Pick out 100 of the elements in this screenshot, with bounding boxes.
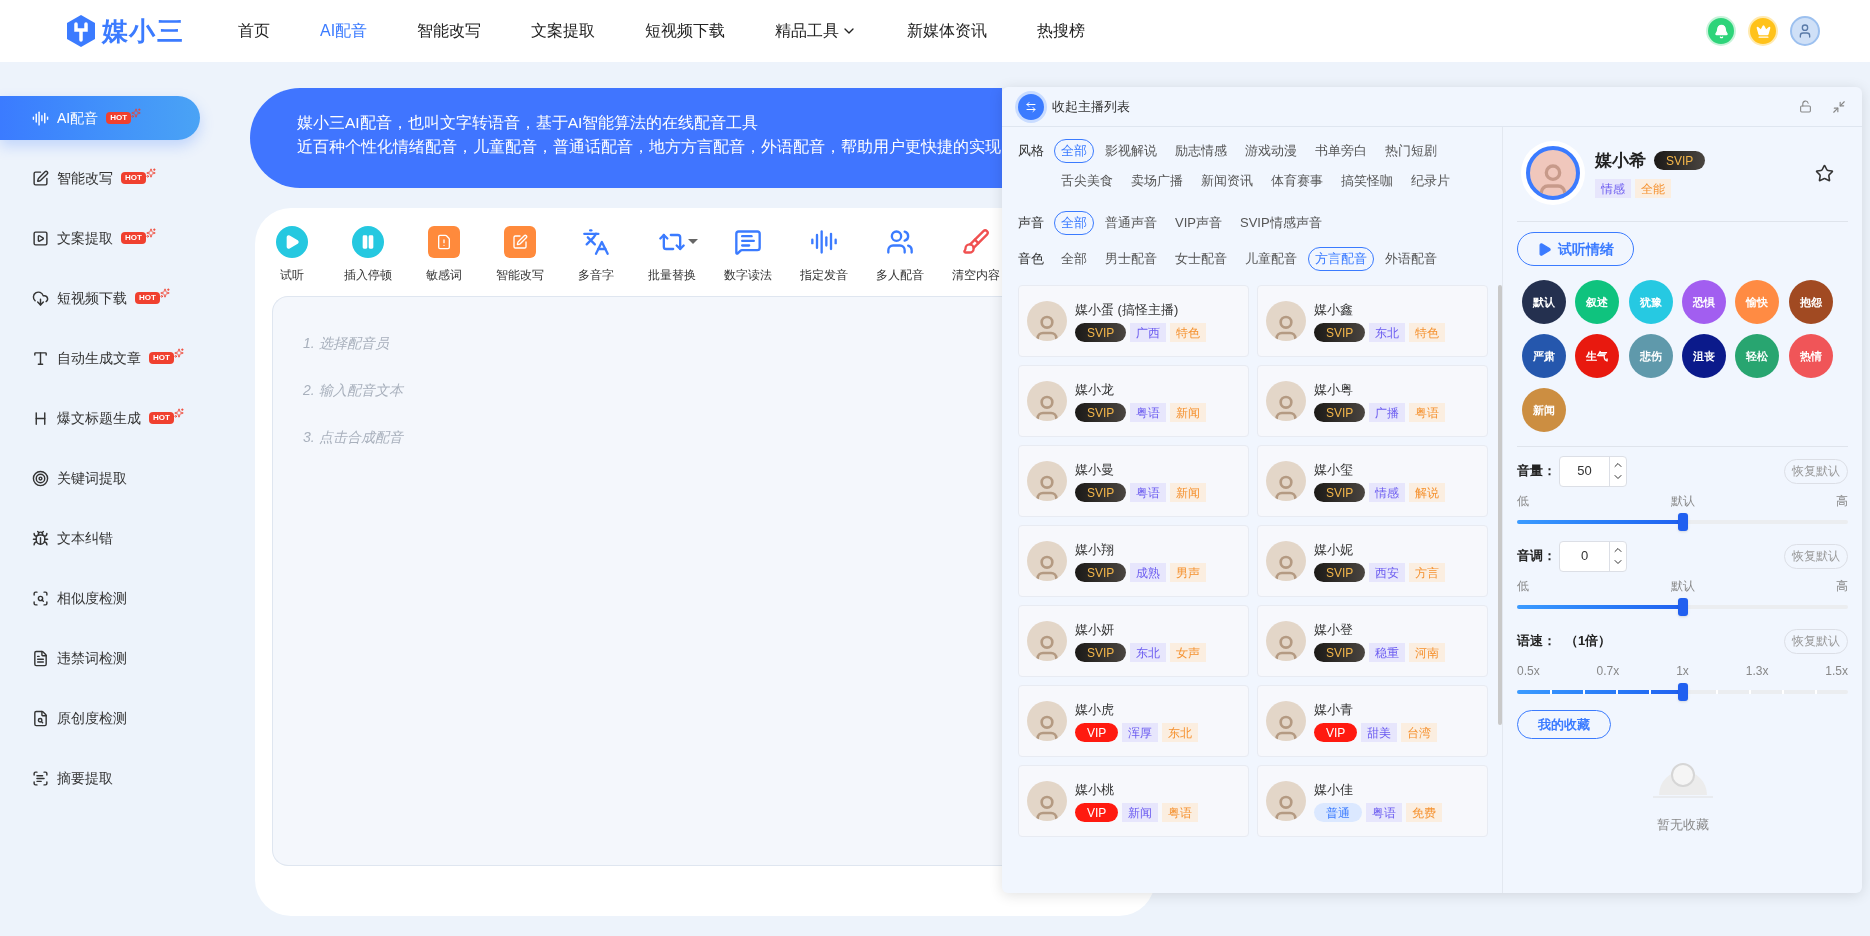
bell-icon[interactable] — [1706, 16, 1736, 46]
filter-chip[interactable]: 游戏动漫 — [1238, 139, 1304, 163]
emotion-button[interactable]: 生气 — [1575, 334, 1620, 378]
voice-name: 媒小鑫 — [1314, 300, 1354, 319]
nav-link[interactable]: 智能改写 — [417, 19, 482, 43]
collapse-label[interactable]: 收起主播列表 — [1052, 96, 1130, 117]
voice-card[interactable]: 媒小粤 SVIP 广播 粤语 — [1257, 365, 1489, 437]
voice-card[interactable]: 媒小妮 SVIP 西安 方言 — [1257, 525, 1489, 597]
filter-chip[interactable]: 男士配音 — [1098, 247, 1164, 271]
filter-chip[interactable]: 卖场广播 — [1124, 169, 1190, 193]
toolbar-button[interactable]: 指定发音 — [798, 226, 850, 284]
voice-card[interactable]: 媒小登 SVIP 稳重 河南 — [1257, 605, 1489, 677]
toolbar-button[interactable]: 多音字 — [570, 226, 622, 284]
slider-thumb[interactable] — [1677, 598, 1688, 616]
nav-link[interactable]: AI配音 — [320, 19, 368, 43]
avatar-placeholder — [1266, 541, 1306, 581]
sidebar-item[interactable]: 违禁词检测 — [0, 636, 200, 680]
scrollbar[interactable] — [1498, 285, 1502, 725]
warning-document-icon — [436, 234, 452, 250]
play-icon — [284, 234, 300, 250]
collapse-icon[interactable] — [1018, 93, 1044, 120]
slider-track[interactable] — [1517, 512, 1848, 532]
toolbar-button[interactable]: 数字读法 — [722, 226, 774, 284]
emotion-button[interactable]: 默认 — [1522, 280, 1566, 324]
emotion-button[interactable]: 严肃 — [1522, 334, 1566, 378]
slider-track[interactable] — [1517, 597, 1848, 617]
sidebar-item[interactable]: AI配音 HOT — [0, 96, 200, 140]
filter-chip[interactable]: 舌尖美食 — [1054, 169, 1120, 193]
toolbar-button[interactable]: 智能改写 — [494, 226, 546, 284]
nav-link[interactable]: 精品工具 — [775, 19, 858, 43]
shrink-icon[interactable] — [1832, 99, 1846, 114]
voice-card[interactable]: 媒小蛋 (搞怪主播) SVIP 广西 特色 — [1018, 285, 1249, 357]
nav-link[interactable]: 新媒体资讯 — [907, 19, 988, 43]
filter-chip[interactable]: 儿童配音 — [1238, 247, 1304, 271]
voice-card[interactable]: 媒小佳 普通 粤语 免费 — [1257, 765, 1489, 837]
voice-name: 媒小蛋 (搞怪主播) — [1075, 300, 1180, 319]
avatar-icon[interactable] — [1790, 16, 1820, 46]
voice-card[interactable]: 媒小龙 SVIP 粤语 新闻 — [1018, 365, 1249, 437]
sidebar-item[interactable]: 原创度检测 — [0, 696, 200, 740]
voice-card[interactable]: 媒小桃 VIP 新闻 粤语 — [1018, 765, 1249, 837]
number-input[interactable]: 50 — [1559, 455, 1627, 487]
toolbar-button[interactable]: 清空内容 — [950, 226, 1002, 284]
voice-card[interactable]: 媒小虎 VIP 浑厚 东北 — [1018, 685, 1249, 757]
filter-chip[interactable]: 热门短剧 — [1378, 139, 1444, 163]
sidebar-item[interactable]: 相似度检测 — [0, 576, 200, 620]
sidebar-label: 相似度检测 — [57, 588, 127, 608]
emotion-button[interactable]: 恐惧 — [1682, 280, 1726, 324]
voice-card[interactable]: 媒小鑫 SVIP 东北 特色 — [1257, 285, 1489, 357]
target-icon — [32, 469, 49, 487]
voice-card[interactable]: 媒小曼 SVIP 粤语 新闻 — [1018, 445, 1249, 517]
slider-thumb[interactable] — [1677, 683, 1688, 701]
filter-chip[interactable]: 外语配音 — [1378, 247, 1444, 271]
sidebar-item[interactable]: 文案提取 HOT — [0, 216, 200, 260]
filter-chip[interactable]: 搞笑怪咖 — [1334, 169, 1400, 193]
filter-chip[interactable]: 普通声音 — [1098, 211, 1164, 235]
filter-chip[interactable]: 体育赛事 — [1264, 169, 1330, 193]
sidebar-item[interactable]: 短视频下载 HOT — [0, 276, 200, 320]
sidebar-item[interactable]: 文本纠错 — [0, 516, 200, 560]
voice-tag: 免费 — [1406, 803, 1442, 823]
voice-card[interactable]: 媒小妍 SVIP 东北 女声 — [1018, 605, 1249, 677]
nav-link[interactable]: 首页 — [238, 19, 270, 43]
voice-card[interactable]: 媒小青 VIP 甜美 台湾 — [1257, 685, 1489, 757]
number-input[interactable]: 0 — [1559, 540, 1627, 572]
nav-link[interactable]: 文案提取 — [531, 19, 596, 43]
emotion-button[interactable]: 抱怨 — [1788, 280, 1833, 324]
nav-link[interactable]: 短视频下载 — [645, 19, 726, 43]
scale-label: 高 — [1836, 578, 1848, 595]
slider-thumb[interactable] — [1677, 513, 1688, 531]
toolbar-button[interactable]: 批量替换 — [646, 226, 698, 284]
nav-link[interactable]: 热搜榜 — [1037, 19, 1086, 43]
unlock-icon[interactable] — [1799, 100, 1812, 113]
voice-card[interactable]: 媒小翔 SVIP 成熟 男声 — [1018, 525, 1249, 597]
toolbar-button[interactable]: 多人配音 — [874, 226, 926, 284]
toolbar-button[interactable]: 敏感词 — [418, 226, 470, 284]
tier-badge: SVIP — [1075, 643, 1127, 663]
sidebar-item[interactable]: 关键词提取 — [0, 456, 200, 500]
sidebar-item[interactable]: 自动生成文章 HOT — [0, 336, 200, 380]
filter-chip[interactable]: 影视解说 — [1098, 139, 1164, 163]
slider-track[interactable] — [1517, 682, 1848, 702]
filter-chip[interactable]: 全部 — [1054, 247, 1094, 271]
toolbar-button[interactable]: 插入停顿 — [342, 226, 394, 284]
emotion-button[interactable]: 沮丧 — [1682, 334, 1726, 378]
avatar-placeholder — [1027, 701, 1067, 741]
filter-chip[interactable]: 女士配音 — [1168, 247, 1234, 271]
favorite-star-icon[interactable] — [1815, 163, 1834, 183]
toolbar-button[interactable]: 试听 — [266, 226, 318, 284]
filter-chip[interactable]: 励志情感 — [1168, 139, 1234, 163]
filter-chip[interactable]: 纪录片 — [1404, 169, 1457, 193]
filter-chip[interactable]: 新闻资讯 — [1194, 169, 1260, 193]
voice-tag: 女声 — [1170, 643, 1207, 663]
filter-chip[interactable]: SVIP情感声音 — [1232, 211, 1329, 235]
sidebar-item[interactable]: 爆文标题生成 HOT — [0, 396, 200, 440]
hot-badge: HOT — [106, 112, 132, 124]
scale-label: 默认 — [1670, 578, 1695, 595]
voice-card[interactable]: 媒小玺 SVIP 情感 解说 — [1257, 445, 1489, 517]
filter-chip[interactable]: VIP声音 — [1168, 211, 1229, 235]
filter-chip[interactable]: 书单旁白 — [1308, 139, 1374, 163]
sidebar-item[interactable]: 智能改写 HOT — [0, 156, 200, 200]
sidebar-item[interactable]: 摘要提取 — [0, 756, 200, 800]
scale-label: 0.5x — [1517, 663, 1540, 680]
